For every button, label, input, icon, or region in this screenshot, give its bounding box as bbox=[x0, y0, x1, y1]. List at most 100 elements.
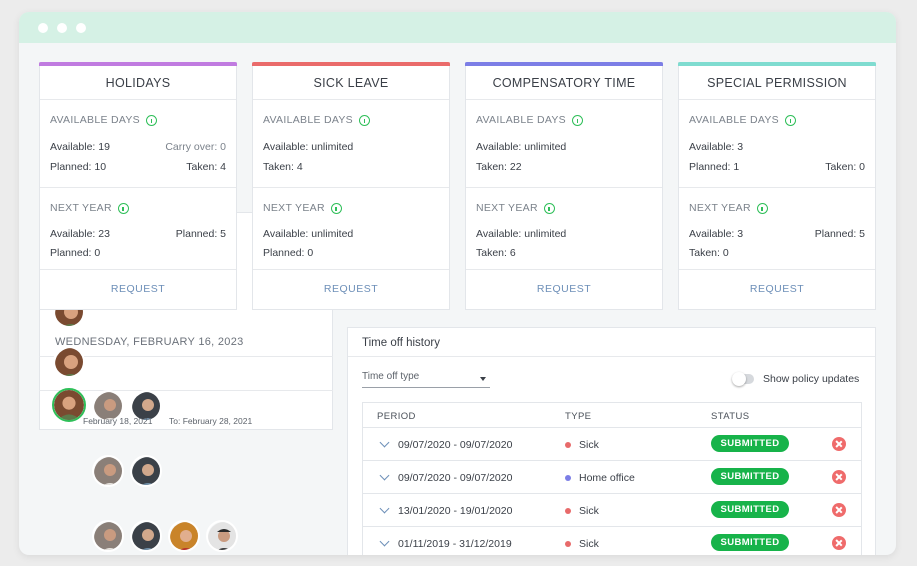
balance-left: Available: unlimited bbox=[476, 228, 567, 240]
next-year-text: NEXT YEAR bbox=[476, 202, 538, 214]
balance-row: Available: 3 bbox=[689, 141, 865, 153]
balance-row: Taken: 4 bbox=[263, 161, 439, 173]
available-days-text: AVAILABLE DAYS bbox=[263, 114, 353, 126]
info-icon[interactable] bbox=[572, 114, 583, 126]
toggle-label: Show policy updates bbox=[763, 373, 860, 385]
balance-left: Available: 23 bbox=[50, 228, 110, 240]
card-title: HOLIDAYS bbox=[40, 66, 236, 100]
balance-row: Available: unlimited bbox=[476, 141, 652, 153]
to-date: To: February 28, 2021 bbox=[169, 416, 252, 426]
table-row[interactable]: 13/01/2020 - 19/01/2020 Sick SUBMITTED bbox=[362, 494, 862, 527]
balance-row: Taken: 6 bbox=[476, 247, 652, 259]
remove-icon[interactable] bbox=[832, 437, 846, 451]
balance-row: Planned: 10 Taken: 4 bbox=[50, 161, 226, 173]
remove-icon[interactable] bbox=[832, 536, 846, 550]
to-label: To: bbox=[169, 416, 181, 426]
app-window: WEDNESDAY, FEBRUARY 16, 2023 February 18… bbox=[19, 12, 896, 555]
info-icon[interactable] bbox=[117, 202, 129, 214]
info-icon[interactable] bbox=[330, 202, 342, 214]
avatar[interactable] bbox=[130, 455, 162, 487]
card-sick-leave: SICK LEAVE AVAILABLE DAYS Available: unl… bbox=[252, 62, 450, 310]
remove-icon[interactable] bbox=[832, 503, 846, 517]
balance-left: Available: unlimited bbox=[476, 141, 567, 153]
column-header-period: PERIOD bbox=[377, 411, 416, 422]
next-year-label: NEXT YEAR bbox=[263, 202, 342, 214]
select-value: Time off type bbox=[362, 371, 420, 382]
chevron-down-icon[interactable] bbox=[379, 536, 390, 547]
type-dot bbox=[565, 541, 571, 547]
table-row[interactable]: 09/07/2020 - 09/07/2020 Home office SUBM… bbox=[362, 461, 862, 494]
balance-row: Planned: 0 bbox=[50, 247, 226, 259]
panel-title: Time off history bbox=[362, 337, 440, 349]
avatar[interactable] bbox=[53, 346, 85, 378]
chevron-down-icon[interactable] bbox=[379, 503, 390, 514]
available-days-label: AVAILABLE DAYS bbox=[50, 114, 157, 126]
window-dot-minimize[interactable] bbox=[57, 23, 67, 33]
type-dot bbox=[565, 475, 571, 481]
info-icon[interactable] bbox=[756, 202, 768, 214]
period-cell: 09/07/2020 - 09/07/2020 bbox=[398, 472, 513, 484]
chevron-down-icon[interactable] bbox=[379, 437, 390, 448]
avatar-selected[interactable] bbox=[52, 388, 86, 422]
window-dot-close[interactable] bbox=[38, 23, 48, 33]
request-button[interactable]: REQUEST bbox=[679, 283, 875, 295]
time-off-history-panel: Time off history Time off type Show poli… bbox=[347, 327, 876, 555]
card-divider bbox=[466, 187, 662, 188]
avatar[interactable] bbox=[130, 520, 162, 552]
chevron-down-icon[interactable] bbox=[379, 470, 390, 481]
balance-row: Taken: 0 bbox=[689, 247, 865, 259]
window-dot-maximize[interactable] bbox=[76, 23, 86, 33]
info-icon[interactable] bbox=[543, 202, 555, 214]
calendar-divider bbox=[39, 390, 333, 391]
next-year-text: NEXT YEAR bbox=[50, 202, 112, 214]
avatar[interactable] bbox=[168, 520, 200, 552]
card-divider bbox=[253, 187, 449, 188]
balance-right: Taken: 0 bbox=[825, 161, 865, 173]
info-icon[interactable] bbox=[785, 114, 796, 126]
table-row[interactable]: 09/07/2020 - 09/07/2020 Sick SUBMITTED bbox=[362, 428, 862, 461]
info-icon[interactable] bbox=[146, 114, 157, 126]
type-cell: Home office bbox=[579, 472, 635, 484]
balance-row: Available: unlimited bbox=[263, 141, 439, 153]
balance-left: Available: unlimited bbox=[263, 141, 354, 153]
column-header-status: STATUS bbox=[711, 411, 750, 422]
balance-row: Planned: 1 Taken: 0 bbox=[689, 161, 865, 173]
avatar[interactable] bbox=[206, 520, 238, 552]
balance-left: Taken: 6 bbox=[476, 247, 516, 259]
card-title: COMPENSATORY TIME bbox=[466, 66, 662, 100]
policy-updates-toggle[interactable] bbox=[732, 372, 754, 386]
available-days-label: AVAILABLE DAYS bbox=[263, 114, 370, 126]
type-cell: Sick bbox=[579, 538, 599, 550]
card-title: SICK LEAVE bbox=[253, 66, 449, 100]
request-button[interactable]: REQUEST bbox=[466, 283, 662, 295]
type-dot bbox=[565, 508, 571, 514]
info-icon[interactable] bbox=[359, 114, 370, 126]
avatar[interactable] bbox=[92, 520, 124, 552]
toggle-knob bbox=[732, 372, 746, 386]
balance-left: Available: 3 bbox=[689, 228, 744, 240]
balance-left: Planned: 1 bbox=[689, 161, 740, 173]
balance-row: Taken: 22 bbox=[476, 161, 652, 173]
avatar[interactable] bbox=[92, 455, 124, 487]
balance-left: Planned: 0 bbox=[263, 247, 314, 259]
next-year-label: NEXT YEAR bbox=[689, 202, 768, 214]
card-divider bbox=[40, 269, 236, 270]
table-row[interactable]: 01/11/2019 - 31/12/2019 Sick SUBMITTED bbox=[362, 527, 862, 555]
next-year-text: NEXT YEAR bbox=[263, 202, 325, 214]
available-days-label: AVAILABLE DAYS bbox=[476, 114, 583, 126]
request-button[interactable]: REQUEST bbox=[253, 283, 449, 295]
card-divider bbox=[679, 187, 875, 188]
time-off-type-select[interactable]: Time off type bbox=[362, 371, 490, 388]
remove-icon[interactable] bbox=[832, 470, 846, 484]
card-special-permission: SPECIAL PERMISSION AVAILABLE DAYS Availa… bbox=[678, 62, 876, 310]
next-year-text: NEXT YEAR bbox=[689, 202, 751, 214]
balance-row: Available: unlimited bbox=[476, 228, 652, 240]
next-year-label: NEXT YEAR bbox=[476, 202, 555, 214]
next-year-label: NEXT YEAR bbox=[50, 202, 129, 214]
balance-right: Carry over: 0 bbox=[165, 141, 226, 153]
balance-left: Available: 3 bbox=[689, 141, 744, 153]
card-divider bbox=[40, 187, 236, 188]
available-days-text: AVAILABLE DAYS bbox=[50, 114, 140, 126]
balance-left: Taken: 22 bbox=[476, 161, 522, 173]
request-button[interactable]: REQUEST bbox=[40, 283, 236, 295]
